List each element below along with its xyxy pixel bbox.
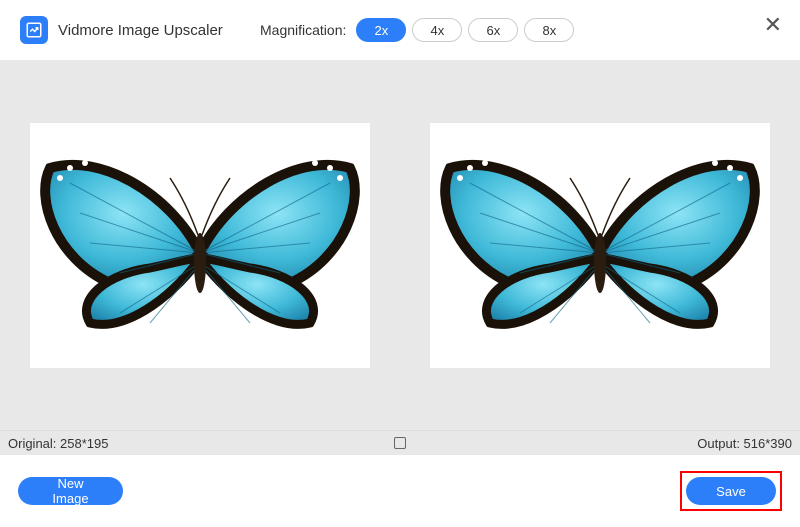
original-dimensions: Original: 258*195 bbox=[8, 436, 108, 451]
original-image-frame bbox=[30, 123, 370, 368]
magnification-2x[interactable]: 2x bbox=[356, 18, 406, 42]
close-icon: ✕ bbox=[764, 12, 782, 37]
magnification-8x[interactable]: 8x bbox=[524, 18, 574, 42]
save-button[interactable]: Save bbox=[686, 477, 776, 505]
footer: New Image Save bbox=[0, 455, 800, 527]
preview-area bbox=[0, 60, 800, 430]
magnification-section: Magnification: 2x 4x 6x 8x bbox=[260, 18, 574, 42]
save-highlight: Save bbox=[680, 471, 782, 511]
link-lock-icon[interactable] bbox=[394, 437, 406, 449]
magnification-4x[interactable]: 4x bbox=[412, 18, 462, 42]
new-image-button[interactable]: New Image bbox=[18, 477, 123, 505]
magnification-6x[interactable]: 6x bbox=[468, 18, 518, 42]
output-image-frame bbox=[430, 123, 770, 368]
close-button[interactable]: ✕ bbox=[764, 14, 782, 36]
original-image bbox=[30, 123, 370, 368]
logo-icon bbox=[25, 21, 43, 39]
magnification-buttons: 2x 4x 6x 8x bbox=[356, 18, 574, 42]
app-title: Vidmore Image Upscaler bbox=[58, 22, 223, 39]
output-dimensions: Output: 516*390 bbox=[697, 436, 792, 451]
header: Vidmore Image Upscaler Magnification: 2x… bbox=[0, 0, 800, 60]
info-bar: Original: 258*195 Output: 516*390 bbox=[0, 430, 800, 455]
app-logo bbox=[20, 16, 48, 44]
magnification-label: Magnification: bbox=[260, 22, 346, 38]
output-image bbox=[430, 123, 770, 368]
output-pane bbox=[400, 60, 800, 430]
original-pane bbox=[0, 60, 400, 430]
